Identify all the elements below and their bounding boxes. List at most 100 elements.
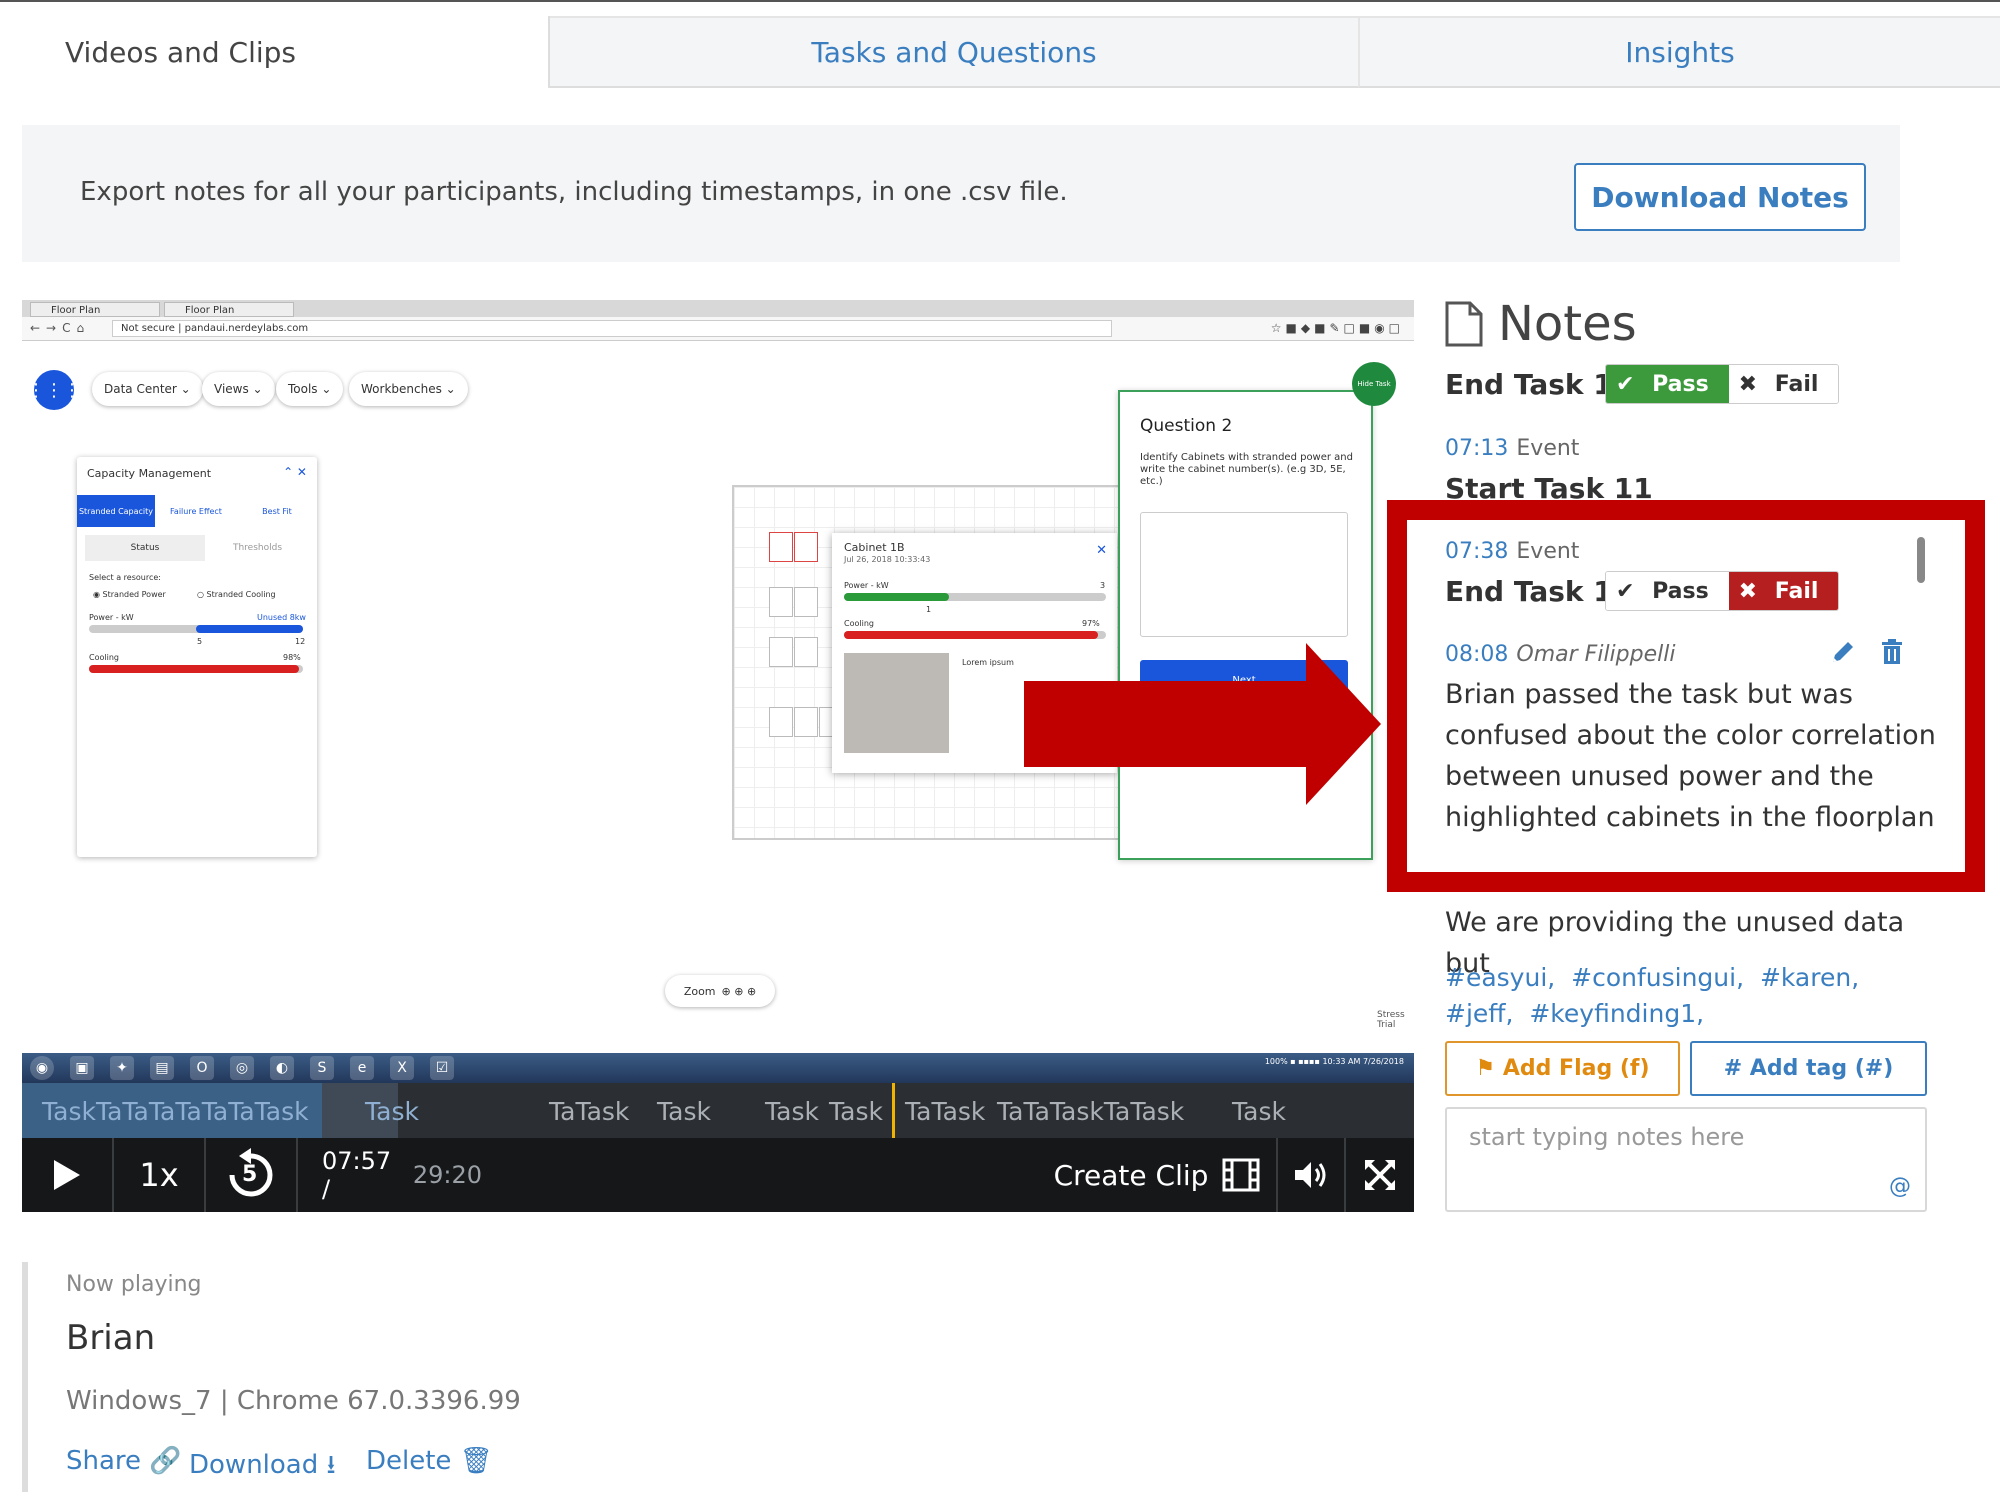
- start-icon: ◉: [30, 1056, 54, 1080]
- stranded-cooling-option: ○ Stranded Cooling: [197, 590, 276, 599]
- cabinet-timestamp: Jul 26, 2018 10:33:43: [844, 555, 931, 564]
- task-marker[interactable]: Task: [829, 1097, 883, 1126]
- app-grid-icon: ⋮⋮⋮: [27, 370, 81, 410]
- question-title: Question 2: [1140, 416, 1233, 436]
- tag-link[interactable]: #easyui,: [1445, 963, 1555, 992]
- task-marker[interactable]: TaskTaTaTaTaTaTaTask: [42, 1097, 309, 1126]
- cabinet-cooling-label: Cooling: [844, 619, 874, 628]
- skype-icon: S: [310, 1056, 334, 1080]
- export-banner: Export notes for all your participants, …: [22, 125, 1900, 262]
- playback-speed-button[interactable]: 1x: [114, 1138, 204, 1212]
- task-marker[interactable]: Task: [657, 1097, 711, 1126]
- stranded-power-option: ◉ Stranded Power: [93, 590, 166, 599]
- cooling-bar-track: [89, 665, 303, 673]
- tab-tasks-and-questions[interactable]: Tasks and Questions: [550, 16, 1358, 88]
- rewind-seconds: 5: [242, 1162, 258, 1187]
- delete-link[interactable]: Delete 🗑: [366, 1446, 493, 1476]
- collapse-close-icon: ⌃ ✕: [283, 465, 307, 479]
- capacity-tab: Best Fit: [262, 506, 292, 516]
- tag-link[interactable]: #karen,: [1760, 963, 1859, 992]
- hide-task-button: Hide Task: [1352, 362, 1396, 406]
- cabinet: [794, 707, 818, 737]
- player-controls: 1x 5 07:57 / 29:20 Create Clip: [22, 1138, 1414, 1212]
- play-button[interactable]: [22, 1138, 112, 1212]
- task-marker[interactable]: Task: [1232, 1097, 1286, 1126]
- menu-views: Views ⌄: [202, 372, 275, 406]
- excel-icon: X: [390, 1056, 414, 1080]
- power-tick: 12: [295, 637, 306, 646]
- power-kw-label: Power - kW: [89, 613, 134, 622]
- mention-icon[interactable]: @: [1889, 1174, 1911, 1199]
- document-icon: [1445, 301, 1483, 347]
- system-tray: 100% ▪ ▪▪▪▪ 10:33 AM 7/26/2018: [1264, 1057, 1404, 1066]
- cabinet-cooling-value: 97%: [1082, 619, 1100, 628]
- playhead[interactable]: [892, 1083, 895, 1138]
- divider: [296, 1138, 298, 1212]
- add-tag-button[interactable]: # Add tag (#): [1690, 1041, 1927, 1096]
- volume-button[interactable]: [1278, 1138, 1344, 1212]
- volume-icon: [1295, 1162, 1326, 1188]
- fullscreen-button[interactable]: [1346, 1138, 1414, 1212]
- ie-icon: e: [350, 1056, 374, 1080]
- select-resource-label: Select a resource:: [89, 573, 161, 582]
- tab-videos-and-clips[interactable]: Videos and Clips: [0, 16, 550, 88]
- tab-insights[interactable]: Insights: [1358, 16, 2000, 88]
- download-link[interactable]: Download ⭳: [189, 1446, 336, 1490]
- cabinet: [794, 637, 818, 667]
- task-marker[interactable]: Task: [365, 1097, 419, 1126]
- note-timestamp[interactable]: 07:13 Event: [1445, 436, 1579, 461]
- recorded-address-bar: ←→C⌂ Not secure | pandaui.nerdeylabs.com…: [22, 317, 1414, 341]
- tag-link[interactable]: #jeff,: [1445, 999, 1513, 1028]
- thresholds-subtab: Thresholds: [232, 543, 283, 553]
- outlook-icon: O: [190, 1056, 214, 1080]
- task-marker[interactable]: TaTask: [549, 1097, 629, 1126]
- note-input[interactable]: [1445, 1107, 1927, 1212]
- tag-link[interactable]: #keyfinding1,: [1529, 999, 1704, 1028]
- close-icon: ✕: [1096, 543, 1107, 558]
- cooling-label: Cooling: [89, 653, 119, 662]
- now-playing-panel: Now playing Brian Windows_7 | Chrome 67.…: [22, 1262, 1022, 1492]
- hash-icon: #: [1723, 1056, 1743, 1081]
- download-notes-button[interactable]: Download Notes: [1574, 163, 1866, 231]
- recorded-browser-tabbar: Floor Plan Floor Plan: [22, 300, 1414, 317]
- rewind-5-button[interactable]: 5: [206, 1138, 296, 1212]
- task-marker[interactable]: TaTaTaskTaTask: [997, 1097, 1184, 1126]
- highlight-box: [1387, 500, 1985, 892]
- highlight-arrow-icon: [1024, 643, 1381, 805]
- question-text: Identify Cabinets with stranded power an…: [1140, 452, 1353, 487]
- cabinet-title: Cabinet 1B: [844, 541, 905, 554]
- status-subtab: Status: [85, 535, 205, 561]
- power-bar-track: [89, 625, 303, 633]
- menu-tools: Tools ⌄: [276, 372, 344, 406]
- task-marker[interactable]: TaTask: [905, 1097, 985, 1126]
- task-timeline[interactable]: TaskTaTaTaTaTaTaTask Task TaTask Task Ta…: [22, 1083, 1414, 1138]
- cooling-value: 98%: [283, 653, 301, 662]
- firefox-icon: ◐: [270, 1056, 294, 1080]
- task-marker[interactable]: Task: [765, 1097, 819, 1126]
- tag-link[interactable]: #confusingui,: [1571, 963, 1744, 992]
- notes-header: Notes: [1444, 296, 1637, 352]
- zoom-control: Zoom ⊕ ⊕ ⊕: [665, 975, 775, 1007]
- power-bar-fill: [196, 625, 303, 633]
- capacity-title: Capacity Management: [87, 467, 212, 480]
- now-playing-label: Now playing: [66, 1272, 202, 1297]
- menu-data-center: Data Center ⌄: [92, 372, 203, 406]
- cabinet-image-caption: Lorem ipsum: [962, 658, 1014, 667]
- tab-bar: Videos and Clips Tasks and Questions Ins…: [0, 2, 2000, 88]
- cabinet-power-tick: 1: [926, 605, 932, 614]
- add-flag-button[interactable]: ⚑ Add Flag (f): [1445, 1041, 1680, 1096]
- fail-button[interactable]: ✖ Fail: [1728, 365, 1839, 403]
- share-link[interactable]: Share 🔗: [66, 1446, 182, 1476]
- cabinet: [794, 587, 818, 617]
- capacity-tab: Failure Effect: [170, 506, 222, 516]
- tag-list: #easyui, #confusingui, #karen, #jeff, #k…: [1445, 960, 1935, 1032]
- create-clip-button[interactable]: Create Clip: [1042, 1138, 1272, 1212]
- capacity-tabs: Stranded Capacity Failure Effect Best Fi…: [77, 495, 317, 527]
- corner-logo: Stress Trial: [1377, 1010, 1405, 1030]
- play-icon: [54, 1160, 80, 1190]
- recorded-browser-tab: Floor Plan: [164, 302, 294, 317]
- cabinet-power-value: 3: [1100, 581, 1106, 590]
- fullscreen-icon: [1365, 1160, 1395, 1190]
- capacity-tab: Stranded Capacity: [77, 495, 155, 527]
- pass-button[interactable]: ✔ Pass: [1606, 365, 1729, 403]
